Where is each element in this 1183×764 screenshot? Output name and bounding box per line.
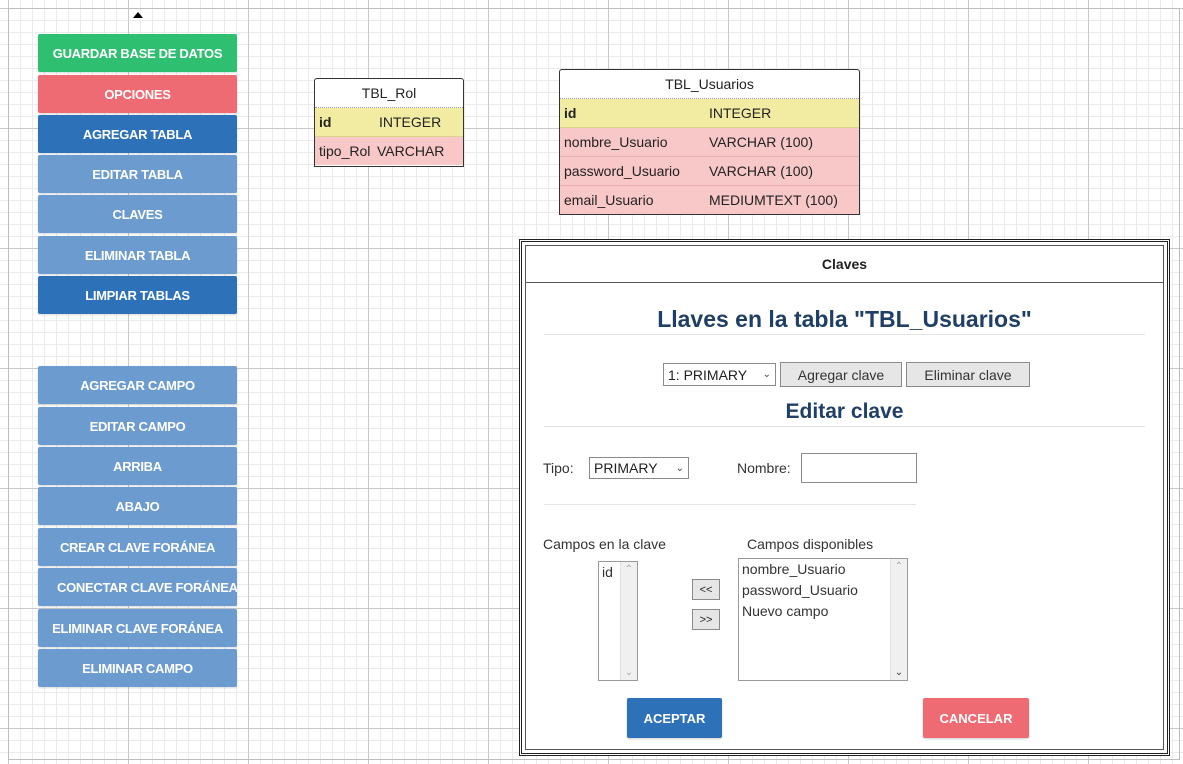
column-type: INTEGER [379,114,442,130]
move-up-button[interactable]: ARRIBA [38,447,237,485]
column-name: id [319,114,332,130]
remove-from-key-button[interactable]: >> [692,609,720,630]
scroll-up-icon[interactable]: ⌃ [621,564,637,575]
divider [544,334,1145,335]
divider [544,426,1145,427]
table-row[interactable]: nombre_Usuario VARCHAR (100) [560,128,859,157]
delete-foreign-key-button[interactable]: ELIMINAR CLAVE FORÁNEA [38,609,237,647]
type-label: Tipo: [543,460,574,476]
table-tbl-usuarios[interactable]: TBL_Usuarios id INTEGER nombre_Usuario V… [559,69,860,215]
column-type: INTEGER [709,105,772,121]
column-type: VARCHAR (100) [709,134,813,150]
list-item[interactable]: nombre_Usuario [739,559,907,580]
column-type: VARCHAR [377,143,445,159]
connect-foreign-key-button[interactable]: CONECTAR CLAVE FORÁNEA [38,568,237,606]
delete-field-button[interactable]: ELIMINAR CAMPO [38,649,237,687]
scroll-up-icon[interactable] [133,12,143,18]
key-select[interactable]: 1: PRIMARY ⌄ [663,363,776,386]
add-field-button[interactable]: AGREGAR CAMPO [38,366,237,404]
scroll-down-icon[interactable]: ⌄ [891,667,907,678]
scroll-up-icon[interactable]: ⌃ [891,561,907,572]
edit-key-title: Editar clave [785,400,904,423]
column-type: MEDIUMTEXT (100) [709,192,838,208]
column-name: tipo_Rol [319,143,371,159]
fields-in-key-list[interactable]: id ⌃ ⌄ [598,561,638,681]
column-type: VARCHAR (100) [709,163,813,179]
scrollbar[interactable]: ⌃ ⌄ [620,562,637,680]
add-table-button[interactable]: AGREGAR TABLA [38,115,237,153]
available-fields-label: Campos disponibles [747,536,874,552]
scrollbar[interactable]: ⌃ ⌄ [890,559,907,680]
column-name: nombre_Usuario [564,134,668,150]
save-database-button[interactable]: GUARDAR BASE DE DATOS [38,34,237,72]
type-select[interactable]: PRIMARY ⌄ [589,457,689,479]
keys-dialog: Claves Llaves en la tabla "TBL_Usuarios"… [519,239,1170,756]
keys-button[interactable]: CLAVES [38,195,237,233]
dialog-title: Llaves en la tabla "TBL_Usuarios" [657,306,1032,332]
list-item[interactable]: password_Usuario [739,580,907,601]
name-label: Nombre: [737,460,791,476]
delete-key-button[interactable]: Eliminar clave [906,362,1030,387]
chevron-down-icon: ⌄ [675,462,684,474]
table-title: TBL_Rol [315,79,463,108]
table-row[interactable]: email_Usuario MEDIUMTEXT (100) [560,186,859,214]
create-foreign-key-button[interactable]: CREAR CLAVE FORÁNEA [38,528,237,566]
list-item[interactable]: Nuevo campo [739,601,907,622]
scroll-down-icon[interactable]: ⌄ [621,667,637,678]
edit-field-button[interactable]: EDITAR CAMPO [38,407,237,445]
table-row[interactable]: tipo_Rol VARCHAR [315,137,463,165]
table-row[interactable]: id INTEGER [315,108,463,137]
table-row[interactable]: id INTEGER [560,99,859,128]
table-row[interactable]: password_Usuario VARCHAR (100) [560,157,859,186]
column-name: password_Usuario [564,163,680,179]
column-name: email_Usuario [564,192,654,208]
move-to-key-button[interactable]: << [692,579,720,600]
available-fields-list[interactable]: nombre_Usuario password_Usuario Nuevo ca… [738,558,908,681]
edit-table-button[interactable]: EDITAR TABLA [38,155,237,193]
cancel-button[interactable]: CANCELAR [923,698,1029,738]
table-title: TBL_Usuarios [560,70,859,99]
column-name: id [564,105,577,121]
divider [544,504,916,505]
add-key-button[interactable]: Agregar clave [780,362,902,387]
move-down-button[interactable]: ABAJO [38,487,237,525]
accept-button[interactable]: ACEPTAR [627,698,722,738]
table-tbl-rol[interactable]: TBL_Rol id INTEGER tipo_Rol VARCHAR [314,78,464,167]
fields-in-key-label: Campos en la clave [543,536,666,552]
chevron-down-icon: ⌄ [762,369,771,380]
delete-table-button[interactable]: ELIMINAR TABLA [38,236,237,274]
name-input[interactable] [801,453,917,483]
clear-tables-button[interactable]: LIMPIAR TABLAS [38,276,237,314]
options-button[interactable]: OPCIONES [38,75,237,113]
dialog-header: Claves [526,246,1163,283]
